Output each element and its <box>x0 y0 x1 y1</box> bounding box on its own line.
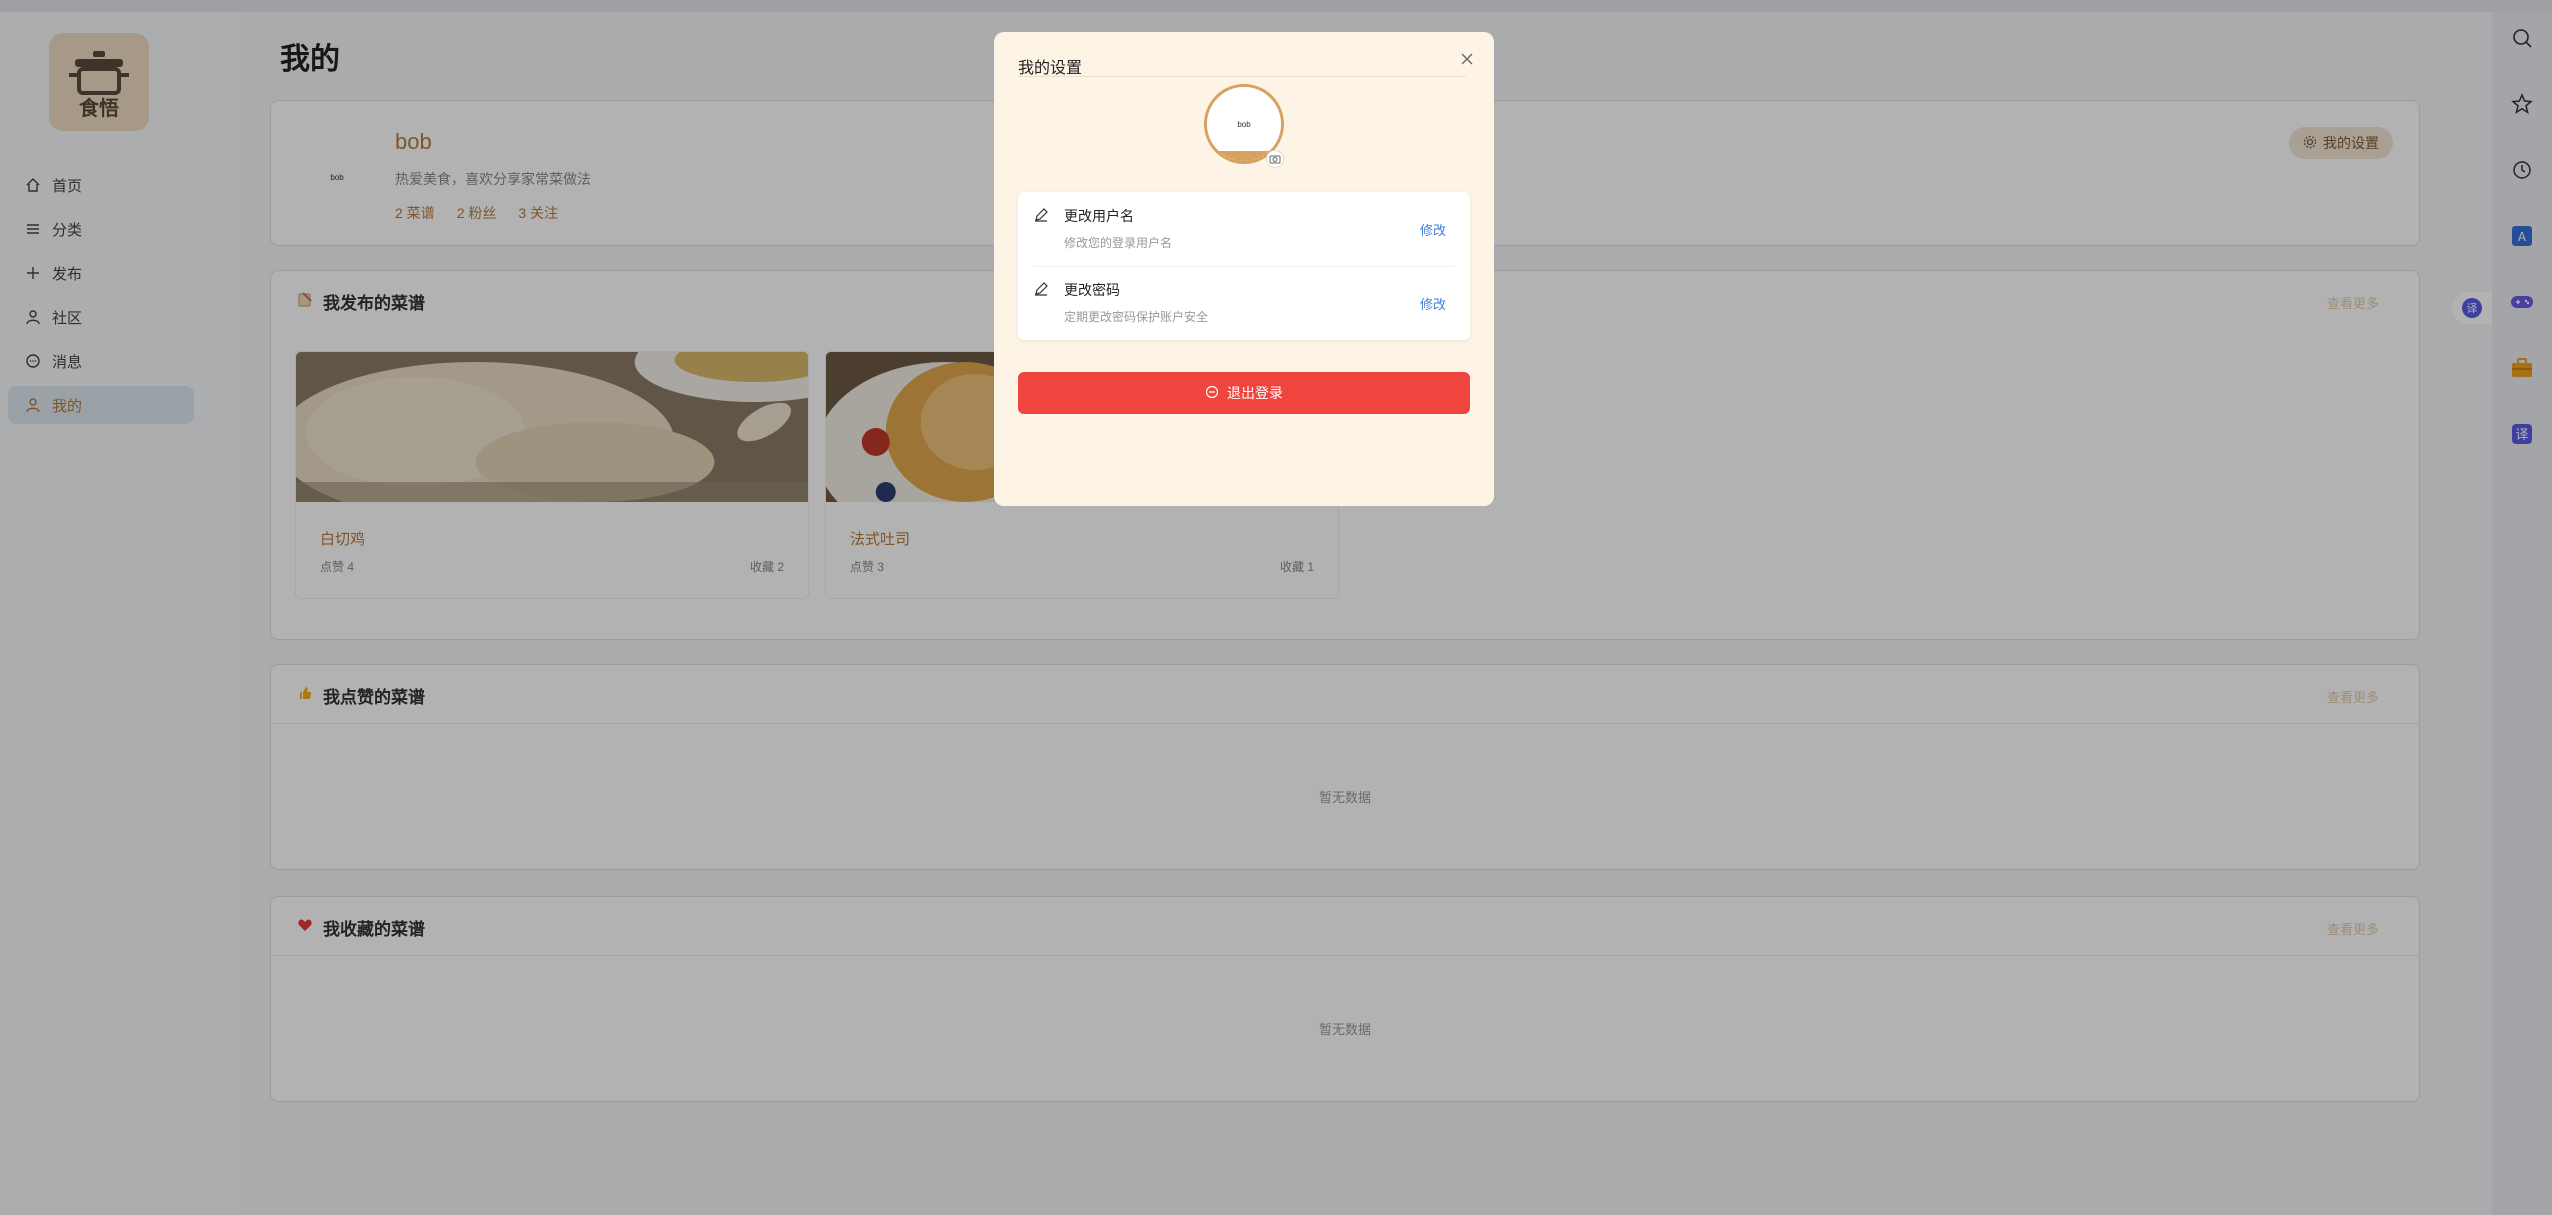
divider <box>1018 76 1466 77</box>
modify-button[interactable]: 修改 <box>1420 220 1446 239</box>
camera-icon[interactable] <box>1266 150 1284 168</box>
logout-icon <box>1205 385 1219 402</box>
option-title: 更改用户名 <box>1064 208 1134 224</box>
logout-label: 退出登录 <box>1227 385 1283 401</box>
logout-button[interactable]: 退出登录 <box>1018 372 1470 414</box>
option-desc: 定期更改密码保护账户安全 <box>1064 310 1209 324</box>
pencil-icon <box>1034 208 1048 227</box>
settings-options: 更改用户名 修改您的登录用户名 修改 更改密码 定期更改密码保护账户安全 修改 <box>1018 192 1470 340</box>
modal-title: 我的设置 <box>1018 60 1083 77</box>
option-desc: 修改您的登录用户名 <box>1064 236 1173 250</box>
modify-button[interactable]: 修改 <box>1420 294 1446 313</box>
close-icon[interactable] <box>1456 48 1478 70</box>
pencil-icon <box>1034 282 1048 301</box>
change-password-option[interactable]: 更改密码 定期更改密码保护账户安全 修改 <box>1018 266 1470 340</box>
change-username-option[interactable]: 更改用户名 修改您的登录用户名 修改 <box>1018 192 1470 266</box>
settings-modal: 我的设置 bob 更改用户名 修改您的登录用户名 修改 更改密码 定期更改密码保… <box>994 32 1494 506</box>
option-title: 更改密码 <box>1064 282 1120 298</box>
